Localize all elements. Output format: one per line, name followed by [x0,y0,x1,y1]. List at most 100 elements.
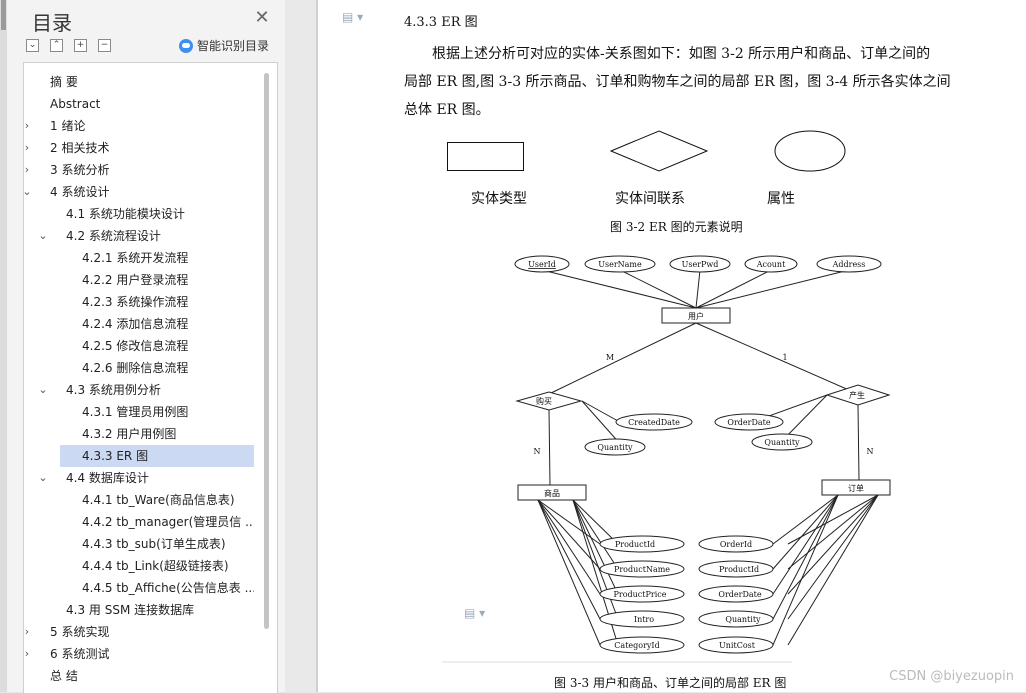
toc-scrollbar[interactable] [264,73,269,629]
entity-goods: 商品 [544,488,560,498]
collapse-all-icon[interactable]: ⌄ [26,39,39,52]
goods-attr-4: Intro [634,615,654,624]
watermark: CSDN @biyezuopin [889,669,1014,684]
chevron-down-icon[interactable]: ⌄ [38,225,48,247]
attr-address: Address [832,260,866,269]
chevron-right-icon[interactable]: › [24,137,32,159]
toc-item[interactable]: 4.3 用 SSM 连接数据库 [24,599,254,621]
toc-item-label: 4.4.3 tb_sub(订单生成表) [82,537,226,551]
remove-heading-icon[interactable]: − [98,39,111,52]
chevron-down-icon[interactable]: ⌄ [38,467,48,489]
goods-attr-1: ProductId [615,540,655,549]
attr-createddate: CreatedDate [628,418,680,427]
toc-item-label: 4.4 数据库设计 [66,471,149,485]
toc-item[interactable]: 4.4.4 tb_Link(超级链接表) [24,555,254,577]
nav-pane-title: 目录 [32,11,72,35]
toc-item[interactable]: ⌄ 4.4 数据库设计 [24,467,254,489]
chevron-right-icon[interactable]: › [24,115,32,137]
toc-item-label: 2 相关技术 [50,141,110,155]
toc-item-label: 4.4.5 tb_Affiche(公告信息表 ... [82,581,254,595]
attr-produce-quantity: Quantity [764,438,800,447]
goods-attr-2: ProductName [614,565,670,574]
goods-attr-5: CategoryId [614,641,659,650]
close-icon[interactable]: ✕ [252,8,272,28]
toc-item[interactable]: ⌄ 4.3 系统用例分析 [24,379,254,401]
toc-item-label: 4.3.1 管理员用例图 [82,405,189,419]
toc-item-label: Abstract [50,97,101,111]
order-attr-3: OrderDate [718,590,761,599]
toc-item-label: 摘 要 [50,75,78,89]
toc-item[interactable]: 4.4.1 tb_Ware(商品信息表) [24,489,254,511]
relation-buy: 购买 [536,396,552,406]
toc-item[interactable]: 摘 要 [24,71,254,93]
toc-item[interactable]: › 3 系统分析 [24,159,254,181]
toc-item-label: 4.3.2 用户用例图 [82,427,177,441]
toc-item[interactable]: › 5 系统实现 [24,621,254,643]
order-attr-1: OrderId [720,540,752,549]
toc-item-label: 6 系统测试 [50,647,110,661]
toc-item[interactable]: Abstract [24,93,254,115]
entity-order: 订单 [848,483,864,493]
order-attr-2: ProductId [719,565,759,574]
attr-userpwd: UserPwd [682,260,719,269]
toc-item-label: 4.2.1 系统开发流程 [82,251,189,265]
toc-item[interactable]: 4.2.6 删除信息流程 [24,357,254,379]
order-attr-4: Quantity [725,615,761,624]
cardinality-n-left: N [534,447,541,456]
toc-item-label: 4.3 用 SSM 连接数据库 [66,603,195,617]
expand-up-icon[interactable]: ⌃ [50,39,63,52]
toc-item[interactable]: 总 结 [24,665,254,687]
toc-item-label: 4 系统设计 [50,185,110,199]
document-page: ▤ ▾ ▤ ▾ 4.3.3 ER 图 根据上述分析可对应的实体-关系图如下：如图… [318,0,1026,692]
toc-item-label: 4.3.3 ER 图 [82,449,149,463]
chevron-right-icon[interactable]: › [24,643,32,665]
toc-item-label: 4.3 系统用例分析 [66,383,161,397]
toc-item[interactable]: 4.3.2 用户用例图 [24,423,254,445]
window-left-edge [0,0,7,692]
navigation-pane: 目录 ✕ ⌄ ⌃ + − 智能识别目录 摘 要 Abstract › 1 绪论 › 2 相… [7,0,285,693]
toc-item-label: 4.4.4 tb_Link(超级链接表) [82,559,229,573]
attr-username: UserName [598,260,642,269]
order-attr-5: UnitCost [719,641,756,650]
toc-item[interactable]: 4.2.1 系统开发流程 [24,247,254,269]
smart-toc-button[interactable]: 智能识别目录 [179,37,269,54]
toc-item[interactable]: ⌄ 4.2 系统流程设计 [24,225,254,247]
toc-item-label: 4.2.2 用户登录流程 [82,273,189,287]
toc-item[interactable]: › 1 绪论 [24,115,254,137]
entity-user: 用户 [688,311,704,321]
toc-item-label: 1 绪论 [50,119,86,133]
goods-attr-3: ProductPrice [614,590,667,599]
toc-item[interactable]: 4.2.2 用户登录流程 [24,269,254,291]
relation-produce: 产生 [849,390,865,400]
smart-toc-label: 智能识别目录 [197,39,270,53]
toc-item[interactable]: › 6 系统测试 [24,643,254,665]
figure-caption-3-3: 图 3-3 用户和商品、订单之间的局部 ER 图 [554,676,787,690]
add-heading-icon[interactable]: + [74,39,87,52]
toc-item-label: 4.4.1 tb_Ware(商品信息表) [82,493,235,507]
attr-acount: Acount [756,260,786,269]
toc-item-label: 总 结 [50,669,78,683]
scrollbar-thumb[interactable] [1,0,6,30]
toc-item[interactable]: 4.4.3 tb_sub(订单生成表) [24,533,254,555]
toc-item[interactable]: 4.2.5 修改信息流程 [24,335,254,357]
toc-item[interactable]: ⌄ 4 系统设计 [24,181,254,203]
toc-item[interactable]: 4.2.3 系统操作流程 [24,291,254,313]
toc-item-label: 4.2.3 系统操作流程 [82,295,189,309]
toc-item[interactable]: 4.4.2 tb_manager(管理员信 ... [24,511,254,533]
toc-item-label: 4.4.2 tb_manager(管理员信 ... [82,515,254,529]
toc-item[interactable]: 4.1 系统功能模块设计 [24,203,254,225]
attr-produce-orderdate: OrderDate [727,418,770,427]
chevron-down-icon[interactable]: ⌄ [24,181,32,203]
cardinality-1: 1 [782,353,787,362]
ai-icon [179,39,193,53]
toc-item-label: 4.2.6 删除信息流程 [82,361,189,375]
chevron-down-icon[interactable]: ⌄ [38,379,48,401]
chevron-right-icon[interactable]: › [24,159,32,181]
toc-item[interactable]: › 2 相关技术 [24,137,254,159]
toc-item[interactable]: 4.4.5 tb_Affiche(公告信息表 ... [24,577,254,599]
chevron-right-icon[interactable]: › [24,621,32,643]
toc-item[interactable]: 4.2.4 添加信息流程 [24,313,254,335]
toc-item-label: 3 系统分析 [50,163,110,177]
toc-item[interactable]: 4.3.3 ER 图 [60,445,254,467]
toc-item[interactable]: 4.3.1 管理员用例图 [24,401,254,423]
